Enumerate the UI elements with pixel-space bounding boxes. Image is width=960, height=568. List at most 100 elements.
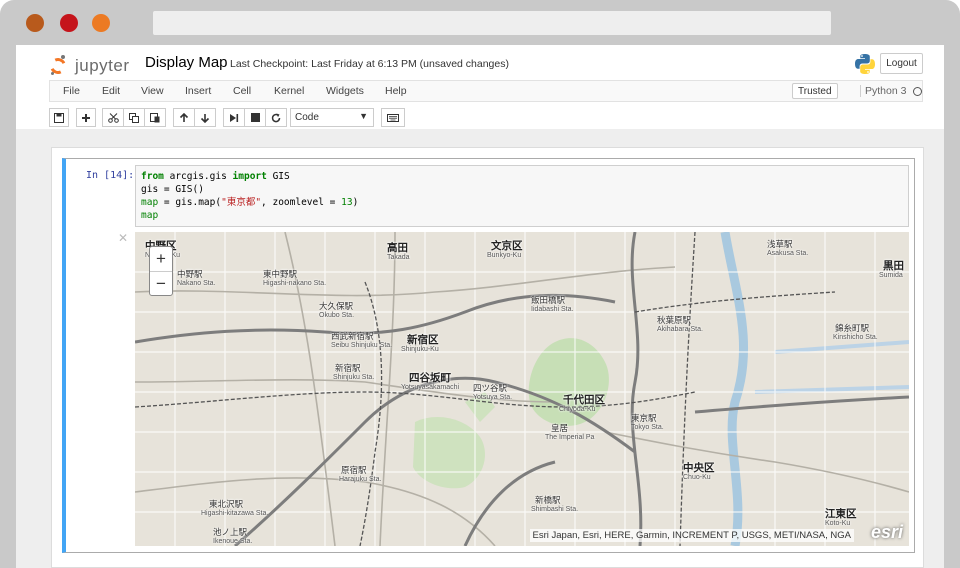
code-line-4: map [141, 210, 159, 221]
map-label-en: Nakano Sta. [177, 280, 216, 287]
map-label: 原宿駅 [341, 465, 367, 475]
menu-widgets[interactable]: Widgets [326, 85, 364, 97]
map-label: 西武新宿駅 [331, 331, 374, 341]
map-label-en: Iidabashi Sta. [531, 306, 574, 313]
map-label-en: The Imperial Pa [545, 434, 595, 441]
map-label: 黒田 [883, 260, 904, 272]
menu-edit[interactable]: Edit [102, 85, 120, 97]
map-label: 浅草駅 [767, 239, 793, 249]
map-label-en: Yotsuyasakamachi [401, 384, 460, 391]
map-label: 中野駅 [177, 269, 203, 279]
logout-button[interactable]: Logout [880, 53, 923, 74]
map-label-en: Harajuku Sta. [339, 476, 382, 483]
window-close-button[interactable] [26, 14, 44, 32]
page-viewport: jupyter Display Map Last Checkpoint: Las… [16, 45, 944, 568]
notebook-container: In [14]: from arcgis.gis import GIS gis … [51, 147, 924, 568]
map-label-en: Tokyo Sta. [631, 424, 664, 431]
code-line-2: gis = GIS() [141, 184, 204, 195]
insert-cell-button[interactable] [76, 108, 96, 127]
map-label: 東中野駅 [263, 269, 298, 279]
stop-icon [250, 113, 260, 122]
paste-button[interactable] [144, 108, 166, 127]
save-icon [54, 112, 64, 123]
step-forward-icon [230, 113, 239, 122]
caret-down-icon: ▼ [359, 111, 368, 121]
zoom-out-button[interactable]: − [150, 272, 172, 296]
map-label-en: Takada [387, 254, 410, 261]
map-label-en: Ikenoue Sta. [213, 538, 253, 545]
menu-cell[interactable]: Cell [233, 85, 251, 97]
browser-window: jupyter Display Map Last Checkpoint: Las… [0, 0, 960, 568]
menu-kernel[interactable]: Kernel [274, 85, 304, 97]
restart-icon [271, 113, 281, 122]
zoom-in-button[interactable]: + [150, 247, 172, 272]
kernel-name[interactable]: Python 3 [860, 85, 906, 97]
map-label: 千代田区 [563, 394, 605, 406]
command-palette-button[interactable] [381, 108, 405, 127]
code-line-3: map = gis.map("東京都", zoomlevel = 13) [141, 197, 359, 208]
map-label: 中央区 [683, 462, 715, 474]
map-label-en: Sumida [879, 272, 903, 279]
map-label: 秋葉原駅 [657, 315, 692, 325]
logo-text: jupyter [75, 56, 130, 75]
python-logo-icon [855, 54, 875, 74]
map-widget[interactable]: 中野区 Nakano-Ku 中野駅 Nakano Sta. 東中野駅 Higas… [135, 232, 909, 546]
code-editor[interactable]: from arcgis.gis import GIS gis = GIS() m… [135, 165, 909, 227]
menu-help[interactable]: Help [385, 85, 407, 97]
paste-icon [150, 113, 160, 123]
jupyter-logo-icon [47, 55, 69, 77]
checkpoint-status: Last Checkpoint: Last Friday at 6:13 PM … [230, 58, 509, 70]
restart-kernel-button[interactable] [265, 108, 287, 127]
notebook-toolbar: Code ▼ [49, 108, 929, 128]
map-label-en: Kinshicho Sta. [833, 334, 878, 341]
jupyter-logo[interactable]: jupyter [47, 53, 130, 79]
keyboard-icon [387, 113, 399, 122]
save-button[interactable] [49, 108, 69, 127]
menu-bar: File Edit View Insert Cell Kernel Widget… [49, 80, 923, 102]
input-prompt: In [14]: [86, 170, 135, 181]
cell-type-value: Code [295, 112, 319, 123]
copy-button[interactable] [123, 108, 145, 127]
map-label: 皇居 [551, 423, 569, 433]
code-cell[interactable]: In [14]: from arcgis.gis import GIS gis … [62, 158, 915, 553]
map-attribution: Esri Japan, Esri, HERE, Garmin, INCREMEN… [529, 529, 854, 542]
map-label: 池ノ上駅 [213, 527, 248, 537]
map-label: 新宿駅 [335, 363, 361, 373]
cut-icon [107, 112, 119, 123]
map-label: 新橋駅 [535, 495, 561, 505]
interrupt-kernel-button[interactable] [244, 108, 266, 127]
code-line-1: from arcgis.gis import GIS [141, 171, 290, 182]
map-label-en: Asakusa Sta. [767, 250, 809, 257]
cell-type-select[interactable]: Code ▼ [290, 108, 374, 127]
menu-view[interactable]: View [141, 85, 164, 97]
map-label: 錦糸町駅 [835, 323, 870, 333]
menu-insert[interactable]: Insert [185, 85, 211, 97]
kernel-idle-icon [913, 87, 922, 96]
window-minimize-button[interactable] [60, 14, 78, 32]
trusted-indicator[interactable]: Trusted [792, 83, 838, 99]
notebook-header: jupyter Display Map Last Checkpoint: Las… [16, 45, 944, 129]
map-label: 文京区 [491, 240, 523, 252]
map-label: 江東区 [825, 508, 857, 520]
map-label-en: Shinjuku-Ku [401, 346, 439, 353]
move-down-button[interactable] [194, 108, 216, 127]
map-label-en: Higashi-nakano Sta. [263, 280, 327, 287]
address-bar[interactable] [153, 11, 831, 35]
close-output-icon[interactable]: ✕ [118, 231, 128, 245]
map-label-en: Koto-Ku [825, 520, 851, 527]
map-label-en: Shimbashi Sta. [531, 506, 579, 513]
map-basemap [135, 232, 909, 546]
run-cell-button[interactable] [223, 108, 245, 127]
map-label: 四谷坂町 [409, 372, 451, 384]
map-label-en: Seibu Shinjuku Sta. [331, 342, 393, 349]
cut-button[interactable] [102, 108, 124, 127]
map-label: 東北沢駅 [209, 499, 244, 509]
map-label-en: Yotsuya Sta. [473, 394, 513, 401]
map-label: 高田 [387, 242, 408, 254]
window-maximize-button[interactable] [92, 14, 110, 32]
map-label-en: Shinjuku Sta. [333, 374, 375, 381]
notebook-title[interactable]: Display Map [145, 54, 228, 71]
move-up-button[interactable] [173, 108, 195, 127]
menu-file[interactable]: File [63, 85, 80, 97]
map-label-en: Chiyoda-Ku [559, 406, 596, 413]
